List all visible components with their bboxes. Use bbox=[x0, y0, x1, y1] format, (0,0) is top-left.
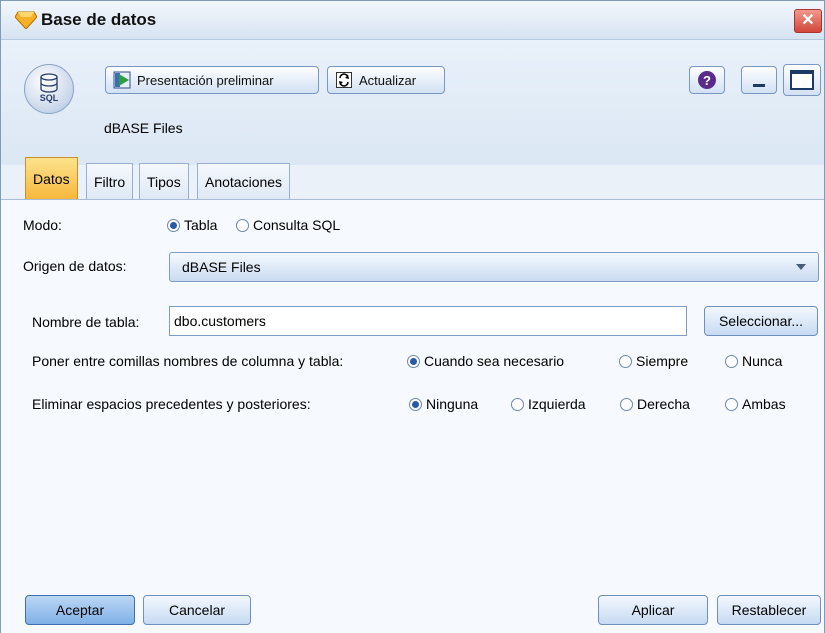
title-bar[interactable]: Base de datos ✕ bbox=[1, 1, 824, 40]
radio-label: Ninguna bbox=[426, 396, 479, 412]
mode-radio-sql[interactable]: Consulta SQL bbox=[236, 217, 340, 233]
cancel-label: Cancelar bbox=[168, 602, 226, 618]
radio-icon bbox=[725, 397, 738, 411]
sql-label: SQL bbox=[39, 93, 59, 103]
radio-label: Derecha bbox=[637, 396, 690, 412]
trim-label: Eliminar espacios precedentes y posterio… bbox=[32, 396, 311, 412]
dialog-window: Base de datos ✕ SQL Presentación prelimi… bbox=[0, 0, 825, 633]
table-name-value: dbo.customers bbox=[174, 313, 266, 329]
tab-label: Datos bbox=[33, 170, 70, 187]
apply-button[interactable]: Aplicar bbox=[598, 595, 708, 625]
quote-radio-never[interactable]: Nunca bbox=[725, 353, 782, 369]
tab-label: Tipos bbox=[147, 173, 181, 190]
quote-radio-always[interactable]: Siempre bbox=[619, 353, 688, 369]
data-source-value: dBASE Files bbox=[182, 259, 261, 275]
refresh-label: Actualizar bbox=[359, 72, 417, 88]
gem-icon bbox=[15, 11, 37, 29]
window-title: Base de datos bbox=[41, 10, 157, 29]
preview-label: Presentación preliminar bbox=[137, 72, 274, 88]
tab-filtro[interactable]: Filtro bbox=[86, 163, 134, 199]
radio-selected-icon bbox=[409, 397, 422, 411]
node-header: SQL Presentación preliminar Actualizar ?… bbox=[1, 40, 824, 165]
reset-button[interactable]: Restablecer bbox=[717, 595, 821, 625]
run-preview-icon bbox=[112, 71, 132, 89]
minimize-button[interactable] bbox=[741, 66, 777, 94]
radio-icon bbox=[619, 354, 632, 368]
table-name-input[interactable]: dbo.customers bbox=[169, 306, 687, 336]
tab-anotaciones[interactable]: Anotaciones bbox=[197, 163, 291, 199]
close-button[interactable]: ✕ bbox=[794, 9, 822, 33]
radio-label: Nunca bbox=[742, 353, 783, 369]
reset-label: Restablecer bbox=[731, 602, 807, 618]
mode-radio-table[interactable]: Tabla bbox=[167, 217, 217, 233]
radio-label: Tabla bbox=[184, 217, 218, 233]
radio-icon bbox=[511, 397, 524, 411]
apply-label: Aplicar bbox=[631, 602, 675, 618]
tab-label: Anotaciones bbox=[205, 173, 283, 190]
refresh-button[interactable]: Actualizar bbox=[327, 66, 445, 94]
trim-radio-left[interactable]: Izquierda bbox=[511, 396, 586, 412]
tab-datos[interactable]: Datos bbox=[25, 157, 78, 199]
radio-label: Ambas bbox=[742, 396, 786, 412]
help-icon: ? bbox=[698, 71, 716, 89]
source-label: Origen de datos: bbox=[23, 258, 127, 274]
database-icon bbox=[40, 73, 58, 93]
maximize-icon bbox=[790, 70, 814, 90]
quote-radio-when-needed[interactable]: Cuando sea necesario bbox=[407, 353, 564, 369]
data-panel: Modo: Tabla Consulta SQL Origen de datos… bbox=[1, 199, 824, 633]
trim-radio-both[interactable]: Ambas bbox=[725, 396, 786, 412]
help-button[interactable]: ? bbox=[689, 66, 725, 94]
quote-label: Poner entre comillas nombres de columna … bbox=[32, 353, 344, 369]
cancel-button[interactable]: Cancelar bbox=[143, 595, 251, 625]
maximize-button[interactable] bbox=[783, 64, 821, 96]
radio-label: Consulta SQL bbox=[253, 217, 341, 233]
table-name-label: Nombre de tabla: bbox=[32, 314, 140, 330]
mode-label: Modo: bbox=[23, 217, 62, 233]
trim-radio-none[interactable]: Ninguna bbox=[409, 396, 478, 412]
radio-label: Cuando sea necesario bbox=[424, 353, 565, 369]
node-name: dBASE Files bbox=[104, 120, 183, 136]
radio-label: Siempre bbox=[636, 353, 689, 369]
ok-button[interactable]: Aceptar bbox=[25, 595, 135, 625]
radio-label: Izquierda bbox=[528, 396, 586, 412]
radio-icon bbox=[725, 354, 738, 368]
data-source-select[interactable]: dBASE Files bbox=[169, 252, 819, 282]
tab-tipos[interactable]: Tipos bbox=[139, 163, 189, 199]
chevron-down-icon bbox=[796, 264, 806, 270]
select-table-button[interactable]: Seleccionar... bbox=[704, 306, 818, 336]
refresh-icon bbox=[334, 71, 354, 89]
radio-icon bbox=[620, 397, 633, 411]
select-table-label: Seleccionar... bbox=[718, 313, 804, 329]
ok-label: Aceptar bbox=[55, 602, 105, 618]
radio-selected-icon bbox=[407, 354, 420, 368]
minimize-icon bbox=[753, 83, 765, 87]
preview-button[interactable]: Presentación preliminar bbox=[105, 66, 319, 94]
database-node-icon: SQL bbox=[24, 64, 74, 114]
radio-selected-icon bbox=[167, 218, 180, 232]
trim-radio-right[interactable]: Derecha bbox=[620, 396, 690, 412]
tab-label: Filtro bbox=[94, 173, 126, 190]
radio-icon bbox=[236, 218, 249, 232]
tab-strip: Datos Filtro Tipos Anotaciones bbox=[1, 155, 824, 200]
close-icon: ✕ bbox=[801, 12, 815, 29]
